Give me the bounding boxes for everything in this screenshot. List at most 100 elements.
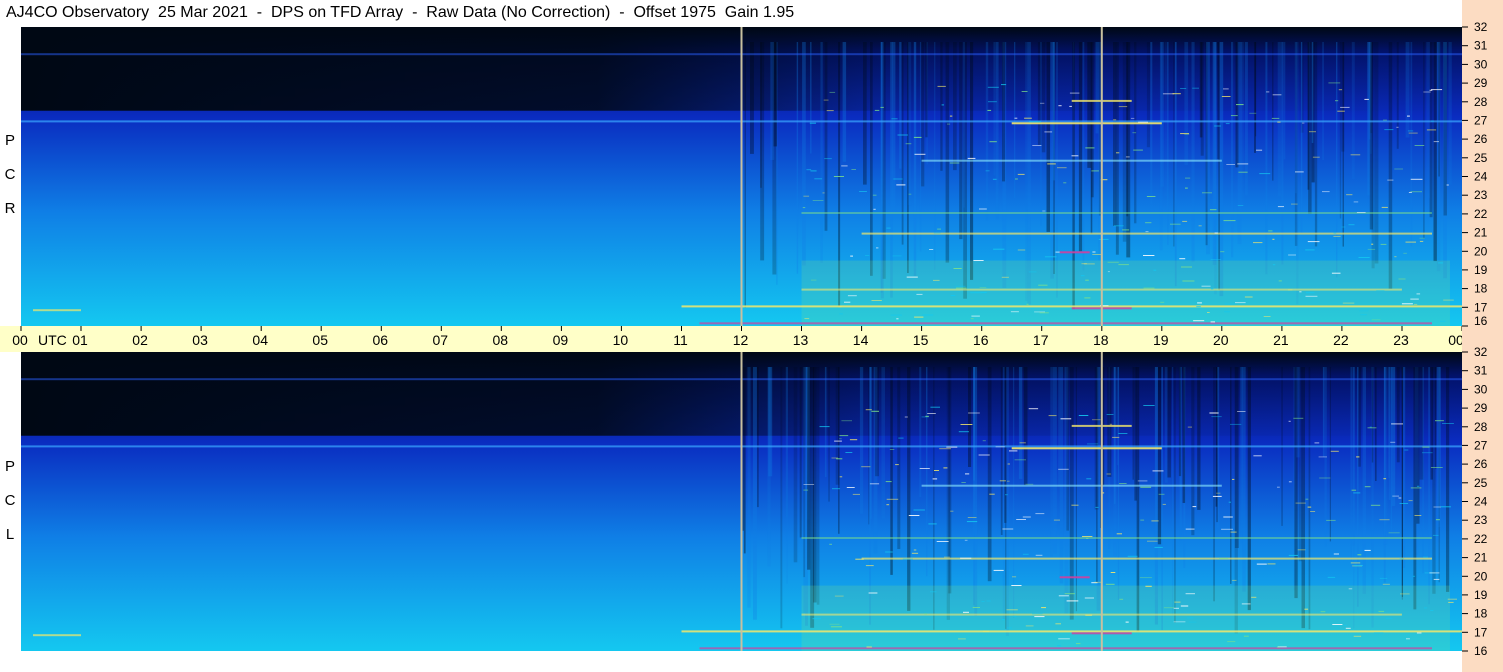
rfi-speckle: [823, 99, 829, 101]
rfi-speckle: [930, 406, 940, 408]
rfi-speckle: [1396, 126, 1399, 128]
ionospheric-streak: [1342, 42, 1344, 247]
rfi-speckle: [847, 295, 857, 297]
rfi-speckle: [906, 276, 918, 278]
rfi-speckle: [839, 435, 849, 437]
rfi-speckle: [812, 200, 824, 201]
rfi-speckle: [871, 410, 879, 412]
rfi-speckle: [1009, 450, 1018, 452]
rfi-speckle: [950, 295, 956, 297]
rfi-speckle: [1118, 264, 1129, 266]
low-band-glow: [801, 585, 1450, 651]
rfi-speckle: [1152, 470, 1164, 472]
rfi-speckle: [1364, 549, 1371, 551]
rfi-speckle: [810, 170, 817, 172]
rfi-speckle: [1153, 269, 1157, 271]
interference-line: [1059, 251, 1090, 254]
rfi-speckle: [1085, 279, 1089, 281]
rfi-speckle: [841, 165, 848, 167]
rfi-speckle: [829, 543, 832, 545]
rfi-speckle: [1266, 91, 1270, 93]
freq-tick-label: 31: [1474, 364, 1488, 378]
ionospheric-streak: [1410, 42, 1413, 247]
rfi-speckle: [973, 260, 984, 261]
ionospheric-streak: [744, 42, 746, 308]
time-tick-label: 12: [733, 332, 749, 348]
rfi-speckle: [1143, 287, 1155, 289]
rfi-speckle: [893, 178, 903, 180]
rfi-speckle: [861, 466, 871, 468]
rfi-speckle: [968, 412, 980, 414]
ionospheric-streak: [870, 42, 873, 276]
rfi-speckle: [982, 440, 986, 442]
rfi-speckle: [1371, 319, 1381, 321]
utc-marker-line: [1100, 27, 1103, 326]
rfi-speckle: [1025, 625, 1034, 627]
rfi-speckle: [1288, 254, 1296, 256]
rfi-speckle: [865, 565, 874, 567]
ionospheric-streak: [880, 42, 883, 293]
rfi-speckle: [832, 488, 841, 490]
rfi-speckle: [1379, 519, 1390, 521]
rfi-speckle: [1110, 572, 1116, 573]
rcp-spectrogram: [21, 27, 1462, 326]
rfi-speckle: [958, 431, 969, 433]
rfi-speckle: [1019, 442, 1026, 444]
ionospheric-streak: [793, 367, 798, 563]
ionospheric-streak: [919, 367, 922, 497]
rfi-speckle: [1367, 248, 1376, 250]
rfi-speckle: [1332, 624, 1343, 625]
rfi-speckle: [904, 416, 908, 418]
ionospheric-streak: [1322, 42, 1324, 161]
rfi-speckle: [1219, 558, 1229, 559]
ionospheric-streak: [1281, 42, 1284, 265]
rfi-speckle: [1385, 617, 1393, 619]
rfi-speckle: [1058, 638, 1070, 640]
ionospheric-streak: [1234, 367, 1239, 548]
rfi-speckle: [1185, 593, 1195, 595]
rfi-speckle: [1140, 519, 1145, 521]
rfi-speckle: [897, 134, 908, 136]
rfi-speckle: [830, 626, 842, 628]
rfi-speckle: [1069, 92, 1080, 94]
rfi-speckle: [1202, 192, 1212, 194]
rfi-speckle: [1193, 320, 1205, 322]
ionospheric-streak: [1000, 367, 1003, 535]
rfi-speckle: [810, 279, 817, 281]
rfi-speckle: [1130, 117, 1135, 119]
rfi-speckle: [1214, 232, 1218, 234]
interference-line: [921, 484, 1222, 487]
rfi-speckle: [1012, 576, 1017, 578]
ionospheric-streak: [1419, 367, 1424, 480]
rfi-speckle: [1256, 563, 1267, 565]
rfi-speckle: [1140, 486, 1152, 488]
time-tick-label: 02: [132, 332, 148, 348]
rfi-speckle: [885, 551, 893, 553]
rfi-speckle: [1335, 627, 1339, 629]
rfi-speckle: [1118, 433, 1128, 434]
rfi-speckle: [844, 301, 851, 303]
ionospheric-streak: [1213, 367, 1215, 602]
ionospheric-streak: [1096, 367, 1098, 583]
rfi-speckle: [1241, 603, 1251, 605]
rfi-speckle: [930, 591, 937, 593]
rfi-speckle: [1116, 533, 1122, 535]
freq-tick-label: 17: [1474, 625, 1488, 639]
freq-tick-label: 26: [1474, 457, 1488, 471]
rfi-speckle: [1307, 506, 1312, 508]
rfi-speckle: [846, 487, 855, 488]
ionospheric-streak: [1159, 42, 1163, 251]
rfi-speckle: [1028, 271, 1037, 273]
rfi-speckle: [1221, 96, 1231, 97]
rfi-speckle: [1022, 553, 1029, 555]
rfi-speckle: [1230, 423, 1242, 425]
rfi-speckle: [1071, 155, 1079, 157]
ionospheric-streak: [1167, 42, 1169, 245]
rfi-speckle: [1035, 513, 1045, 515]
ionospheric-streak: [1150, 42, 1153, 210]
rfi-speckle: [1058, 105, 1062, 107]
ionospheric-streak: [1132, 367, 1134, 480]
rfi-speckle: [1139, 577, 1152, 579]
ionospheric-streak: [1298, 367, 1303, 562]
freq-tick-label: 23: [1474, 188, 1488, 202]
